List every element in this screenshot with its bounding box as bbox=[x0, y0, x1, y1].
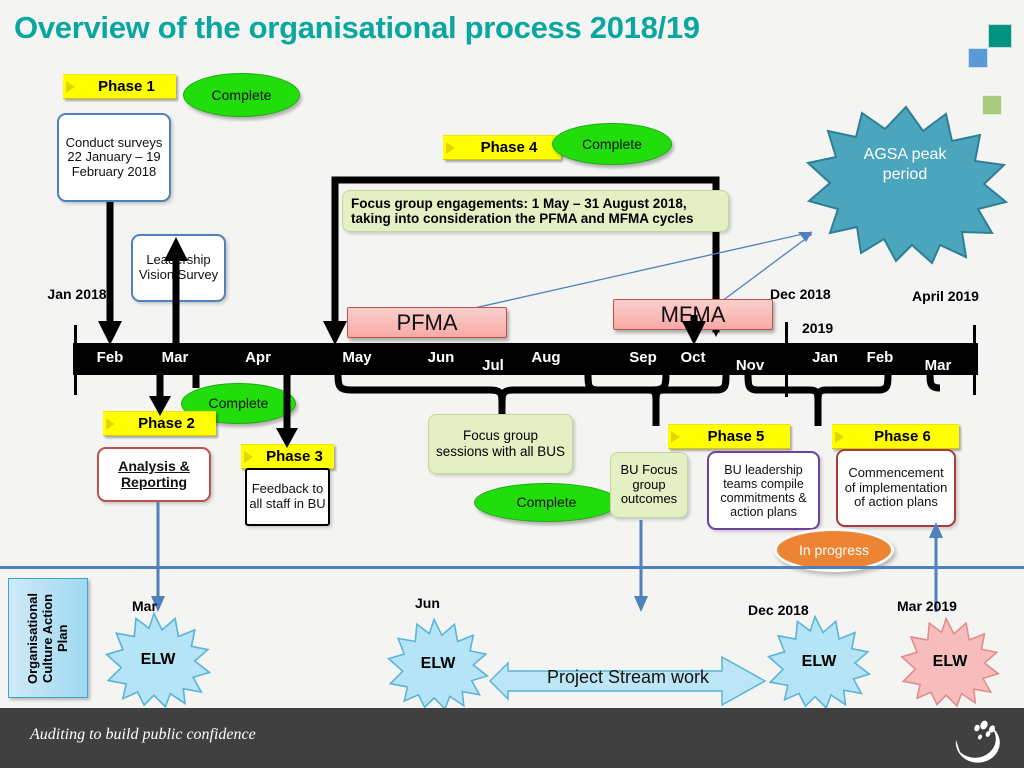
elw-label-1: ELW bbox=[420, 655, 456, 672]
elw-date-label-1: Jun bbox=[415, 595, 440, 611]
footer-tagline: Auditing to build public confidence bbox=[30, 726, 256, 744]
slide-canvas: Overview of the organisational process 2… bbox=[0, 0, 1024, 768]
elw-date-label-3: Mar 2019 bbox=[897, 598, 957, 614]
elw-label-3: ELW bbox=[932, 653, 968, 670]
agsa-logo-icon bbox=[955, 720, 1000, 763]
footer-tagline-text: Auditing to build public confidence bbox=[30, 726, 256, 743]
elw-marker-layer: Mar ELW Jun ELW Dec 2018 ELW Mar 2019 ELW bbox=[0, 0, 1024, 768]
elw-label-2: ELW bbox=[801, 653, 837, 670]
elw-label-0: ELW bbox=[140, 651, 176, 668]
